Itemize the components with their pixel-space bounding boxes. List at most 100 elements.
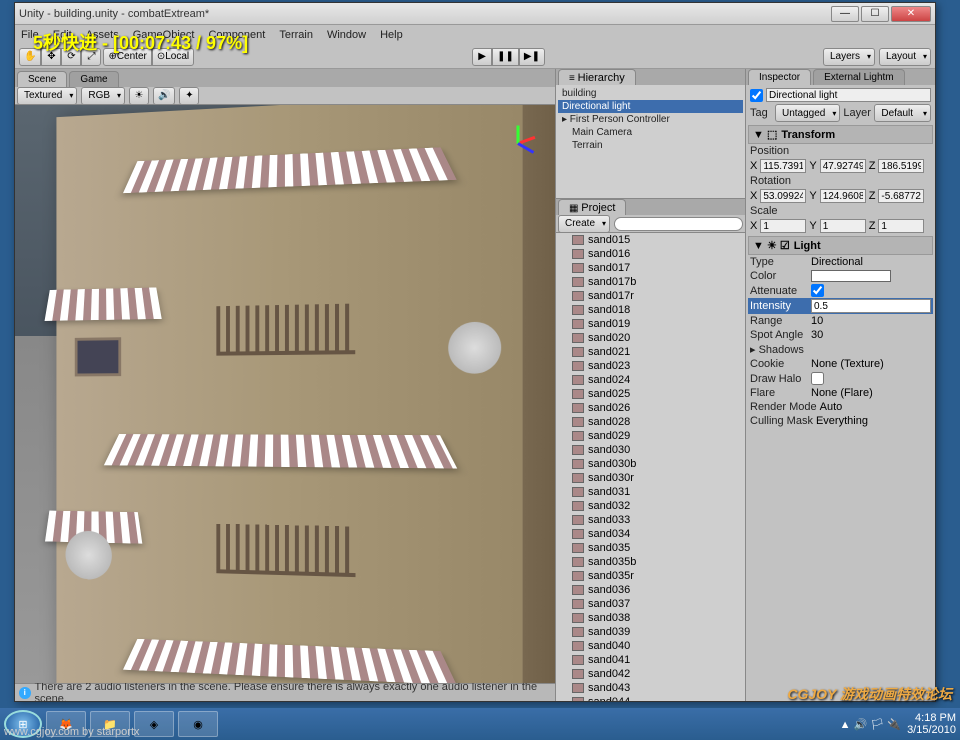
menu-help[interactable]: Help	[380, 29, 403, 41]
color-field[interactable]	[811, 270, 891, 282]
project-item[interactable]: sand040	[556, 639, 745, 653]
project-item[interactable]: sand035b	[556, 555, 745, 569]
project-item[interactable]: sand039	[556, 625, 745, 639]
project-item[interactable]: sand030r	[556, 471, 745, 485]
pause-button[interactable]: ❚❚	[492, 48, 519, 66]
hierarchy-tab[interactable]: ≡ Hierarchy	[558, 69, 636, 85]
inspector-tab[interactable]: Inspector	[748, 69, 811, 85]
transform-header[interactable]: ▼ ⬚ Transform	[748, 125, 933, 144]
hierarchy-item[interactable]: Directional light	[558, 100, 743, 113]
project-item[interactable]: sand041	[556, 653, 745, 667]
project-item[interactable]: sand032	[556, 499, 745, 513]
value[interactable]: Directional	[811, 256, 863, 268]
gameobject-name-field[interactable]	[766, 88, 931, 102]
project-item[interactable]: sand016	[556, 247, 745, 261]
project-item[interactable]: sand023	[556, 359, 745, 373]
checkbox[interactable]	[811, 372, 824, 385]
project-item[interactable]: sand026	[556, 401, 745, 415]
project-item[interactable]: sand015	[556, 233, 745, 247]
inspector-panel: Inspector External Lightm Tag Untagged L…	[745, 69, 935, 701]
menu-terrain[interactable]: Terrain	[279, 29, 313, 41]
tag-dropdown[interactable]: Untagged	[775, 104, 840, 122]
value-input[interactable]	[811, 299, 931, 313]
close-button[interactable]: ✕	[891, 6, 931, 22]
project-item[interactable]: sand033	[556, 513, 745, 527]
project-item[interactable]: sand031	[556, 485, 745, 499]
project-item[interactable]: sand017	[556, 261, 745, 275]
project-item[interactable]: sand030	[556, 443, 745, 457]
gameobject-active-checkbox[interactable]	[750, 89, 763, 102]
layers-dropdown[interactable]: Layers	[823, 48, 875, 66]
scale-y[interactable]	[820, 219, 866, 233]
external-lightm-tab[interactable]: External Lightm	[813, 69, 904, 85]
scale-x[interactable]	[760, 219, 806, 233]
material-swatch-icon	[572, 613, 584, 623]
value[interactable]: Auto	[820, 401, 843, 413]
project-item[interactable]: sand028	[556, 415, 745, 429]
light-prop-spot-angle: Spot Angle30	[748, 328, 933, 342]
project-item[interactable]: sand035r	[556, 569, 745, 583]
value[interactable]: 30	[811, 329, 823, 341]
project-item[interactable]: sand034	[556, 527, 745, 541]
project-tab[interactable]: ▦ Project	[558, 199, 626, 215]
tab-scene[interactable]: Scene	[17, 71, 67, 87]
project-item[interactable]: sand044	[556, 695, 745, 701]
position-z[interactable]	[878, 159, 924, 173]
project-item[interactable]: sand019	[556, 317, 745, 331]
system-tray[interactable]: ▲ 🔊 🏳 🔌 4:18 PM 3/15/2010	[840, 712, 956, 736]
project-search[interactable]	[614, 217, 743, 231]
project-item[interactable]: sand018	[556, 303, 745, 317]
minimize-button[interactable]: —	[831, 6, 859, 22]
hierarchy-item[interactable]: building	[558, 87, 743, 100]
hierarchy-item[interactable]: Main Camera	[558, 126, 743, 139]
project-item[interactable]: sand030b	[556, 457, 745, 471]
project-item[interactable]: sand024	[556, 373, 745, 387]
project-item[interactable]: sand017b	[556, 275, 745, 289]
layer-dropdown[interactable]: Default	[874, 104, 931, 122]
scene-viewport[interactable]	[15, 105, 555, 683]
unity-taskitem[interactable]: ◈	[134, 711, 174, 737]
page-watermark: www.cgjoy.com by starportx	[4, 726, 140, 738]
project-item[interactable]: sand042	[556, 667, 745, 681]
fx-toggle[interactable]: ✦	[179, 87, 199, 105]
project-item[interactable]: sand025	[556, 387, 745, 401]
project-item[interactable]: sand035	[556, 541, 745, 555]
project-item[interactable]: sand021	[556, 345, 745, 359]
play-button[interactable]: ▶	[472, 48, 492, 66]
project-item[interactable]: sand036	[556, 583, 745, 597]
value[interactable]: 10	[811, 315, 823, 327]
step-button[interactable]: ▶❚	[519, 48, 545, 66]
app-taskitem[interactable]: ◉	[178, 711, 218, 737]
project-item[interactable]: sand037	[556, 597, 745, 611]
project-item[interactable]: sand020	[556, 331, 745, 345]
project-item[interactable]: sand043	[556, 681, 745, 695]
rotation-y[interactable]	[820, 189, 866, 203]
titlebar[interactable]: Unity - building.unity - combatExtream* …	[15, 3, 935, 25]
lighting-toggle[interactable]: ☀	[129, 87, 149, 105]
project-item[interactable]: sand029	[556, 429, 745, 443]
light-header[interactable]: ▼ ☀ ☑ Light	[748, 236, 933, 255]
draw-mode-dropdown[interactable]: Textured	[17, 87, 77, 105]
scale-z[interactable]	[878, 219, 924, 233]
value[interactable]: None (Texture)	[811, 358, 884, 370]
render-mode-dropdown[interactable]: RGB	[81, 87, 125, 105]
hierarchy-item[interactable]: Terrain	[558, 139, 743, 152]
menu-window[interactable]: Window	[327, 29, 366, 41]
project-item[interactable]: sand038	[556, 611, 745, 625]
create-dropdown[interactable]: Create	[558, 215, 610, 233]
layout-dropdown[interactable]: Layout	[879, 48, 931, 66]
checkbox[interactable]	[811, 284, 824, 297]
tray-icons[interactable]: ▲ 🔊 🏳 🔌	[840, 718, 901, 731]
value[interactable]: Everything	[816, 415, 868, 427]
rotation-x[interactable]	[760, 189, 806, 203]
audio-toggle[interactable]: 🔊	[153, 87, 175, 105]
hierarchy-item[interactable]: ▸ First Person Controller	[558, 113, 743, 126]
view-gizmo[interactable]	[493, 117, 543, 167]
position-y[interactable]	[820, 159, 866, 173]
maximize-button[interactable]: ☐	[861, 6, 889, 22]
project-item[interactable]: sand017r	[556, 289, 745, 303]
tab-game[interactable]: Game	[69, 71, 118, 87]
position-x[interactable]	[760, 159, 806, 173]
rotation-z[interactable]	[878, 189, 924, 203]
value[interactable]: None (Flare)	[811, 387, 873, 399]
